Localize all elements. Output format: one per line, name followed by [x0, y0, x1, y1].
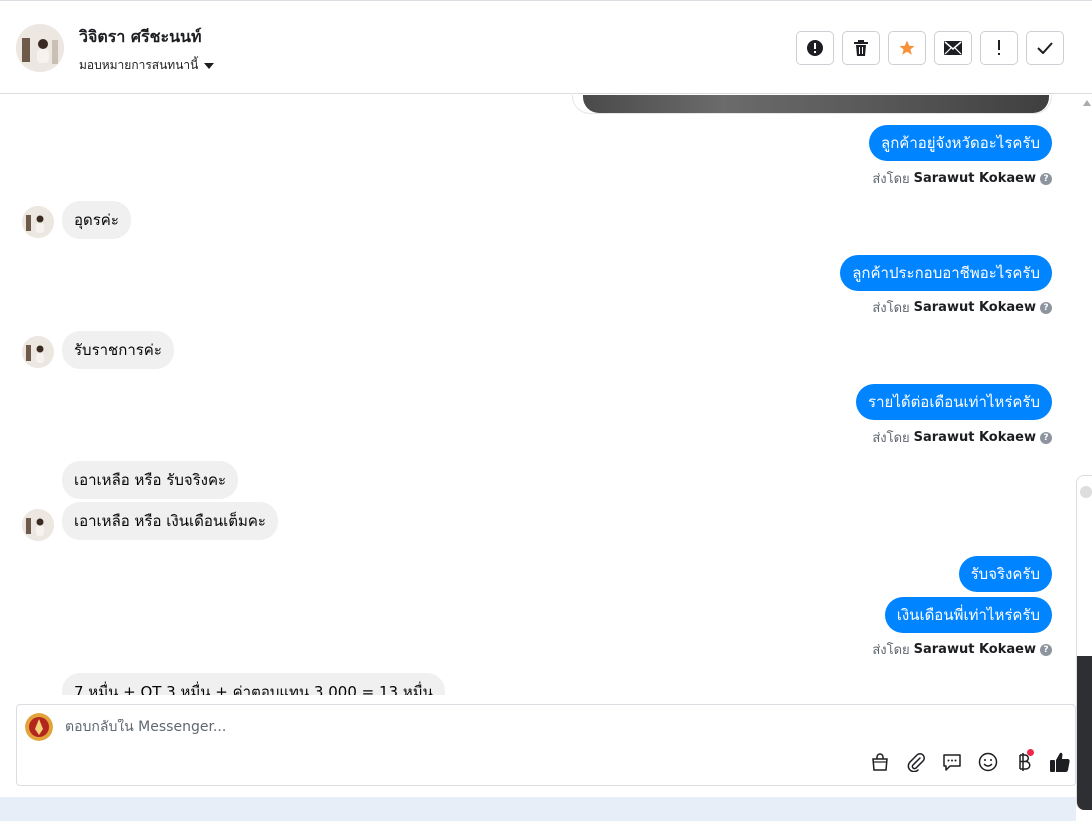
- outgoing-message[interactable]: รายได้ต่อเดือนเท่าไหร่ครับ: [856, 384, 1052, 420]
- outgoing-message[interactable]: ลูกค้าประกอบอาชีพอะไรครับ: [840, 255, 1052, 291]
- shopping-bag-button[interactable]: [867, 749, 893, 775]
- emoji-button[interactable]: [975, 749, 1001, 775]
- question-icon[interactable]: ?: [1040, 643, 1052, 656]
- emoji-icon: [978, 752, 998, 772]
- sent-by-prefix: ส่งโดย: [872, 172, 910, 187]
- side-panel-edge[interactable]: [1076, 475, 1092, 810]
- contact-avatar[interactable]: [16, 24, 64, 72]
- sent-by-label: ส่งโดย Sarawut Kokaew ?: [872, 168, 1052, 189]
- sender-avatar: [22, 206, 54, 238]
- exclamation-icon: [998, 40, 1000, 55]
- shopping-bag-icon: [872, 753, 888, 771]
- page-avatar: [25, 713, 53, 741]
- saved-reply-icon: [943, 754, 961, 771]
- contact-name: วิจิตรา ศรีชะนนท์: [79, 27, 202, 46]
- sent-by-agent: Sarawut Kokaew: [913, 430, 1036, 445]
- notification-dot: [1027, 749, 1034, 756]
- assign-label: มอบหมายการสนทนานี้: [79, 58, 199, 72]
- image-attachment[interactable]: [572, 95, 1052, 114]
- like-button[interactable]: [1047, 749, 1073, 775]
- outgoing-message[interactable]: เงินเดือนพี่เท่าไหร่ครับ: [884, 597, 1052, 633]
- sent-by-label: ส่งโดย Sarawut Kokaew ?: [872, 639, 1052, 660]
- sender-avatar: [22, 509, 54, 541]
- outgoing-message[interactable]: ลูกค้าอยู่จังหวัดอะไรครับ: [869, 125, 1052, 161]
- photo-preview: [583, 95, 1049, 113]
- exclamation-circle-icon: [807, 40, 823, 56]
- outgoing-message[interactable]: รับจริงครับ: [958, 556, 1052, 592]
- composer-toolbar: [867, 749, 1073, 775]
- payment-button[interactable]: [1011, 749, 1037, 775]
- incoming-message[interactable]: 7 หมื่น + OT 3 หมื่น + ค่าตอบแทน 3,000 =…: [62, 673, 445, 695]
- incoming-message[interactable]: อุดรค่ะ: [62, 201, 131, 239]
- sent-by-label: ส่งโดย Sarawut Kokaew ?: [872, 427, 1052, 448]
- envelope-icon: [944, 41, 962, 55]
- caret-down-icon: [204, 63, 215, 69]
- saved-reply-button[interactable]: [939, 749, 965, 775]
- message-thread[interactable]: ลูกค้าอยู่จังหวัดอะไรครับ ส่งโดย Sarawut…: [0, 95, 1076, 695]
- question-icon[interactable]: ?: [1040, 172, 1052, 185]
- mark-unread-button[interactable]: [934, 31, 972, 65]
- star-icon: [899, 40, 915, 55]
- attach-button[interactable]: [903, 749, 929, 775]
- incoming-message[interactable]: รับราชการค่ะ: [62, 331, 174, 369]
- sent-by-prefix: ส่งโดย: [872, 643, 910, 658]
- conversation-header: วิจิตรา ศรีชะนนท์ มอบหมายการสนทนานี้: [0, 0, 1092, 94]
- sender-avatar: [22, 336, 54, 368]
- question-icon[interactable]: ?: [1040, 431, 1052, 444]
- incoming-message[interactable]: เอาเหลือ หรือ รับจริงคะ: [62, 461, 239, 499]
- question-icon[interactable]: ?: [1040, 301, 1052, 314]
- check-icon: [1037, 42, 1053, 54]
- paperclip-icon: [907, 753, 925, 772]
- sent-by-prefix: ส่งโดย: [872, 301, 910, 316]
- sent-by-agent: Sarawut Kokaew: [913, 300, 1036, 315]
- avatar: [1080, 486, 1092, 498]
- delete-button[interactable]: [842, 31, 880, 65]
- mark-done-button[interactable]: [1026, 31, 1064, 65]
- sent-by-label: ส่งโดย Sarawut Kokaew ?: [872, 297, 1052, 318]
- sent-by-agent: Sarawut Kokaew: [913, 171, 1036, 186]
- spam-button[interactable]: [796, 31, 834, 65]
- reply-input[interactable]: [65, 719, 765, 735]
- page-bottom-band: [0, 797, 1076, 821]
- assign-conversation-dropdown[interactable]: มอบหมายการสนทนานี้: [79, 56, 215, 75]
- conversation-actions: [796, 31, 1064, 65]
- incoming-message[interactable]: เอาเหลือ หรือ เงินเดือนเต็มคะ: [62, 502, 278, 540]
- trash-icon: [854, 40, 868, 56]
- sent-by-agent: Sarawut Kokaew: [913, 642, 1036, 657]
- scroll-up-arrow-icon[interactable]: [1083, 100, 1091, 106]
- sent-by-prefix: ส่งโดย: [872, 431, 910, 446]
- reply-composer: [16, 704, 1076, 786]
- side-panel-dark-section: [1077, 656, 1092, 810]
- thumbs-up-icon: [1050, 752, 1070, 772]
- follow-up-button[interactable]: [980, 31, 1018, 65]
- star-button[interactable]: [888, 31, 926, 65]
